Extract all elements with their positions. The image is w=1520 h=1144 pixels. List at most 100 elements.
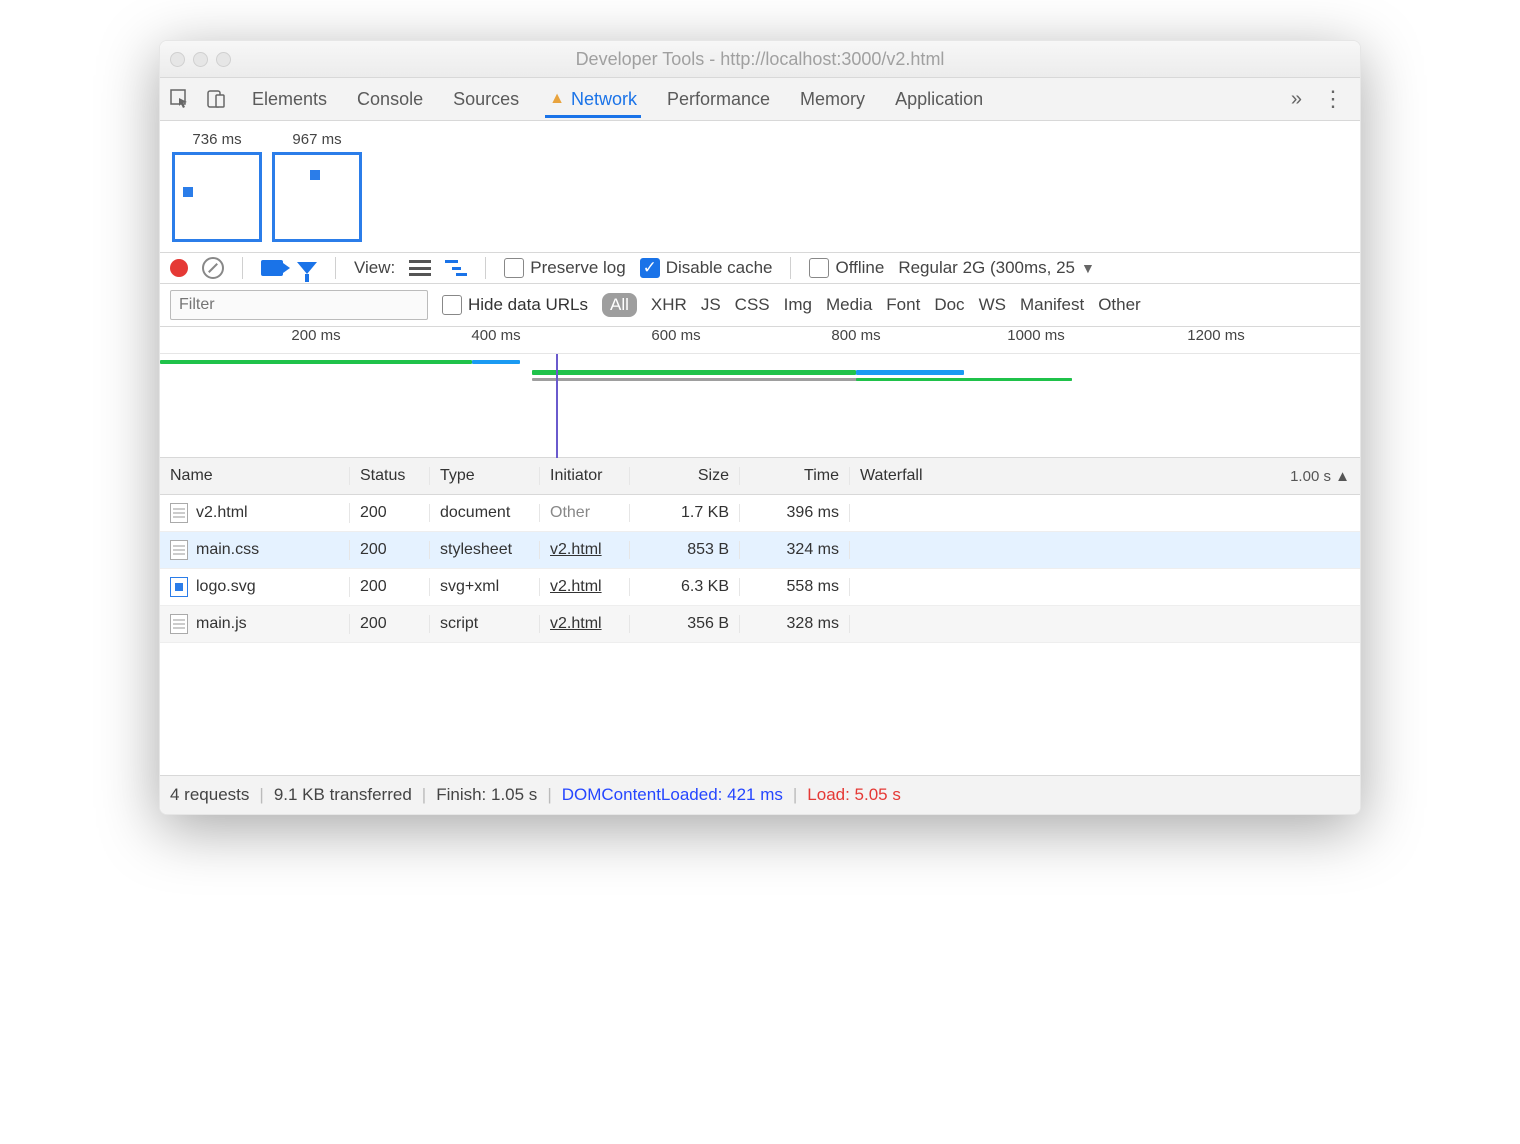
table-row[interactable]: main.js200scriptv2.html356 B328 ms xyxy=(160,606,1360,643)
tab-application[interactable]: Application xyxy=(891,81,987,118)
col-status[interactable]: Status xyxy=(350,467,430,485)
filter-type-css[interactable]: CSS xyxy=(735,295,770,315)
tab-console[interactable]: Console xyxy=(353,81,427,118)
tab-network[interactable]: ▲ Network xyxy=(545,81,641,118)
filter-toggle-icon[interactable] xyxy=(297,262,317,274)
status-bar: 4 requests | 9.1 KB transferred | Finish… xyxy=(160,775,1360,814)
table-row[interactable]: logo.svg200svg+xmlv2.html6.3 KB558 ms xyxy=(160,569,1360,606)
separator xyxy=(485,257,486,279)
col-time[interactable]: Time xyxy=(740,467,850,485)
filter-type-img[interactable]: Img xyxy=(784,295,812,315)
tick-label: 600 ms xyxy=(651,327,700,344)
hide-data-urls-toggle[interactable]: Hide data URLs xyxy=(442,295,588,315)
offline-toggle[interactable]: Offline xyxy=(809,258,884,278)
request-time: 396 ms xyxy=(740,504,850,522)
devtools-window: Developer Tools - http://localhost:3000/… xyxy=(159,40,1361,815)
request-initiator[interactable]: v2.html xyxy=(550,615,602,632)
throttling-select[interactable]: Regular 2G (300ms, 25 ▼ xyxy=(898,258,1095,278)
status-load: Load: 5.05 s xyxy=(807,785,901,805)
request-initiator[interactable]: v2.html xyxy=(550,541,602,558)
request-time: 324 ms xyxy=(740,541,850,559)
tab-memory[interactable]: Memory xyxy=(796,81,869,118)
sort-asc-icon: ▲ xyxy=(1335,468,1350,485)
filter-bar: Hide data URLs All XHR JS CSS Img Media … xyxy=(160,284,1360,327)
checkbox-checked-icon: ✓ xyxy=(640,258,660,278)
separator: | xyxy=(422,785,426,805)
filter-type-all[interactable]: All xyxy=(602,293,637,317)
col-name[interactable]: Name xyxy=(160,467,350,485)
request-size: 6.3 KB xyxy=(630,578,740,596)
filter-type-doc[interactable]: Doc xyxy=(934,295,964,315)
device-toggle-icon[interactable] xyxy=(202,85,230,113)
col-size[interactable]: Size xyxy=(630,467,740,485)
filmstrip-frame[interactable]: 736 ms xyxy=(172,131,262,242)
status-dcl: DOMContentLoaded: 421 ms xyxy=(562,785,783,805)
view-label: View: xyxy=(354,258,395,278)
inspect-element-icon[interactable] xyxy=(166,85,194,113)
filter-type-manifest[interactable]: Manifest xyxy=(1020,295,1084,315)
tab-performance[interactable]: Performance xyxy=(663,81,774,118)
overview-bar xyxy=(472,360,520,364)
request-name: v2.html xyxy=(196,504,248,521)
separator: | xyxy=(547,785,551,805)
tab-network-label: Network xyxy=(571,89,637,110)
tab-sources[interactable]: Sources xyxy=(449,81,523,118)
request-initiator: Other xyxy=(550,504,590,521)
file-icon xyxy=(170,540,188,560)
frame-thumbnail xyxy=(272,152,362,242)
filter-type-font[interactable]: Font xyxy=(886,295,920,315)
window-title: Developer Tools - http://localhost:3000/… xyxy=(160,49,1360,70)
tick-label: 800 ms xyxy=(831,327,880,344)
frame-time: 967 ms xyxy=(292,131,341,148)
filter-type-ws[interactable]: WS xyxy=(979,295,1006,315)
titlebar: Developer Tools - http://localhost:3000/… xyxy=(160,41,1360,78)
checkbox-icon xyxy=(809,258,829,278)
screenshot-toggle-icon[interactable] xyxy=(261,260,283,276)
status-requests: 4 requests xyxy=(170,785,249,805)
hide-data-urls-label: Hide data URLs xyxy=(468,295,588,315)
col-initiator[interactable]: Initiator xyxy=(540,467,630,485)
tab-elements[interactable]: Elements xyxy=(248,81,331,118)
preserve-log-label: Preserve log xyxy=(530,258,625,278)
record-button[interactable] xyxy=(170,259,188,277)
settings-kebab-icon[interactable]: ⋮ xyxy=(1312,86,1354,112)
dropdown-icon: ▼ xyxy=(1081,260,1095,276)
table-row[interactable]: main.css200stylesheetv2.html853 B324 ms xyxy=(160,532,1360,569)
request-name: logo.svg xyxy=(196,578,256,595)
preserve-log-toggle[interactable]: Preserve log xyxy=(504,258,625,278)
request-size: 1.7 KB xyxy=(630,504,740,522)
request-size: 356 B xyxy=(630,615,740,633)
frame-thumbnail xyxy=(172,152,262,242)
request-type: script xyxy=(430,615,540,633)
more-tabs-icon[interactable]: » xyxy=(1281,88,1312,111)
filter-type-media[interactable]: Media xyxy=(826,295,872,315)
table-row[interactable]: v2.html200documentOther1.7 KB396 ms xyxy=(160,495,1360,532)
filter-type-js[interactable]: JS xyxy=(701,295,721,315)
request-initiator[interactable]: v2.html xyxy=(550,578,602,595)
requests-table: Name Status Type Initiator Size Time Wat… xyxy=(160,458,1360,775)
col-type[interactable]: Type xyxy=(430,467,540,485)
view-list-icon[interactable] xyxy=(409,260,431,276)
filter-type-other[interactable]: Other xyxy=(1098,295,1141,315)
request-size: 853 B xyxy=(630,541,740,559)
filter-input[interactable] xyxy=(170,290,428,320)
filter-type-xhr[interactable]: XHR xyxy=(651,295,687,315)
overview-bar xyxy=(160,360,472,364)
request-time: 558 ms xyxy=(740,578,850,596)
status-transferred: 9.1 KB transferred xyxy=(274,785,412,805)
file-icon xyxy=(170,614,188,634)
request-type: document xyxy=(430,504,540,522)
offline-label: Offline xyxy=(835,258,884,278)
view-waterfall-icon[interactable] xyxy=(445,260,467,276)
col-waterfall[interactable]: Waterfall 1.00 s ▲ xyxy=(850,467,1360,485)
request-status: 200 xyxy=(350,541,430,559)
tick-label: 200 ms xyxy=(291,327,340,344)
timeline-overview[interactable]: 200 ms 400 ms 600 ms 800 ms 1000 ms 1200… xyxy=(160,327,1360,458)
separator xyxy=(242,257,243,279)
filmstrip-frame[interactable]: 967 ms xyxy=(272,131,362,242)
request-type: svg+xml xyxy=(430,578,540,596)
overview-bar xyxy=(532,370,856,375)
table-body: v2.html200documentOther1.7 KB396 msmain.… xyxy=(160,495,1360,775)
disable-cache-toggle[interactable]: ✓ Disable cache xyxy=(640,258,773,278)
clear-button[interactable] xyxy=(202,257,224,279)
